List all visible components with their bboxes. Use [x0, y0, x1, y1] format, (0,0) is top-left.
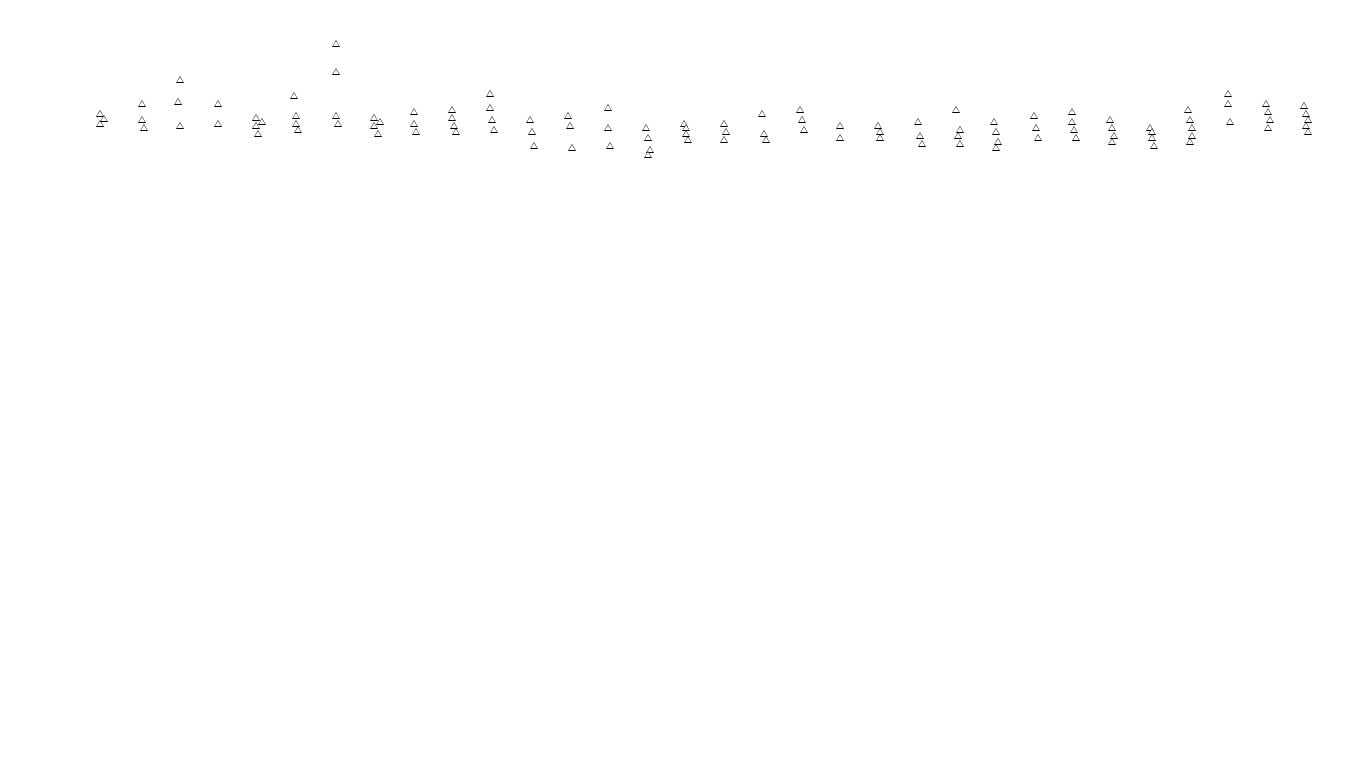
data-point [258, 118, 266, 125]
data-point [100, 115, 108, 122]
data-point [1070, 126, 1078, 133]
data-point [486, 90, 494, 97]
data-point [564, 112, 572, 119]
data-point [990, 118, 998, 125]
data-point [1226, 118, 1234, 125]
data-point [1072, 134, 1080, 141]
data-point [1188, 124, 1196, 131]
data-point [1108, 124, 1116, 131]
data-point [1224, 100, 1232, 107]
data-point [916, 132, 924, 139]
data-point [992, 128, 1000, 135]
data-point [490, 126, 498, 133]
data-point [644, 134, 652, 141]
data-point [448, 106, 456, 113]
data-point [488, 116, 496, 123]
data-point [566, 122, 574, 129]
data-point [214, 100, 222, 107]
data-point [294, 126, 302, 133]
data-point [376, 118, 384, 125]
data-point [1300, 102, 1308, 109]
data-point [292, 112, 300, 119]
data-point [332, 40, 340, 47]
data-point [332, 68, 340, 75]
data-point [176, 76, 184, 83]
data-point [876, 134, 884, 141]
data-point [1224, 90, 1232, 97]
data-point [1186, 116, 1194, 123]
data-point [332, 112, 340, 119]
data-point [682, 124, 690, 131]
data-point [956, 140, 964, 147]
data-point [374, 130, 382, 137]
data-point [836, 134, 844, 141]
data-point [1262, 100, 1270, 107]
data-point [992, 144, 1000, 151]
data-point [722, 128, 730, 135]
data-point [1264, 124, 1272, 131]
data-point [956, 126, 964, 133]
data-point [642, 124, 650, 131]
data-point [796, 106, 804, 113]
data-point [644, 151, 652, 158]
data-point [1304, 128, 1312, 135]
data-point [568, 144, 576, 151]
data-point [604, 124, 612, 131]
data-point [412, 128, 420, 135]
data-point [798, 116, 806, 123]
data-point [1148, 128, 1156, 135]
data-point [452, 128, 460, 135]
data-point [954, 132, 962, 139]
data-point [1150, 142, 1158, 149]
data-point [410, 108, 418, 115]
data-point [1106, 116, 1114, 123]
data-point [486, 104, 494, 111]
data-point [1034, 134, 1042, 141]
scatter-plot [0, 0, 1360, 768]
data-point [138, 116, 146, 123]
data-point [720, 136, 728, 143]
data-point [290, 92, 298, 99]
data-point [1030, 112, 1038, 119]
data-point [214, 120, 222, 127]
data-point [1108, 138, 1116, 145]
data-point [1068, 108, 1076, 115]
data-point [254, 130, 262, 137]
data-point [526, 116, 534, 123]
data-point [448, 114, 456, 121]
data-point [1264, 108, 1272, 115]
data-point [138, 100, 146, 107]
data-point [410, 120, 418, 127]
data-point [1186, 138, 1194, 145]
data-point [174, 98, 182, 105]
data-point [762, 136, 770, 143]
data-point [530, 142, 538, 149]
data-point [684, 136, 692, 143]
data-point [836, 122, 844, 129]
data-point [1266, 116, 1274, 123]
data-point [1148, 134, 1156, 141]
data-point [528, 128, 536, 135]
data-point [914, 118, 922, 125]
data-point [952, 106, 960, 113]
data-point [1184, 106, 1192, 113]
data-point [334, 120, 342, 127]
data-point [1068, 118, 1076, 125]
data-point [800, 126, 808, 133]
data-point [176, 122, 184, 129]
data-point [918, 140, 926, 147]
data-point [758, 110, 766, 117]
data-point [604, 104, 612, 111]
data-point [720, 120, 728, 127]
data-point [140, 124, 148, 131]
data-point [606, 142, 614, 149]
data-point [1032, 124, 1040, 131]
